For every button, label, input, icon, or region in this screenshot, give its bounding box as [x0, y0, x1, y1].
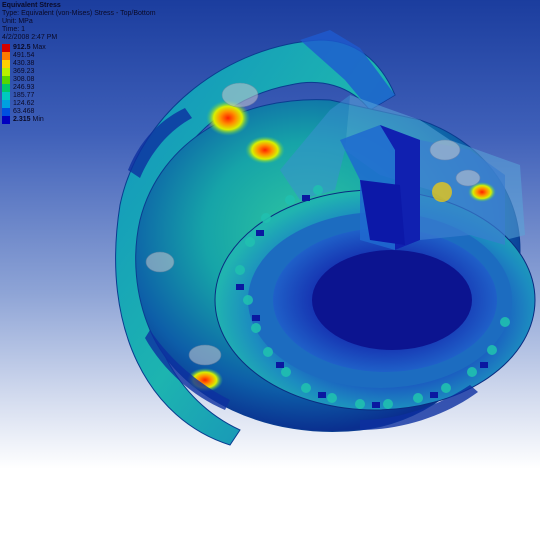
legend-row: 124.62: [2, 100, 46, 108]
legend-value: 63.468: [13, 108, 35, 115]
legend-row-min: 2.315 Min: [2, 116, 46, 124]
legend-row: 63.468: [2, 108, 46, 116]
legend-row: 185.77: [2, 92, 46, 100]
legend-value: 369.23: [13, 68, 35, 75]
legend-value: 308.08: [13, 76, 35, 83]
color-legend[interactable]: 912.5 Max 491.54 430.38 369.23 308.08 24…: [2, 44, 46, 124]
legend-row: 491.54: [2, 52, 46, 60]
legend-row: 308.08: [2, 76, 46, 84]
legend-tag: Max: [32, 44, 46, 51]
legend-swatch: [2, 60, 10, 68]
legend-value: 430.38: [13, 60, 35, 67]
legend-swatch: [2, 92, 10, 100]
legend-swatch: [2, 84, 10, 92]
legend-swatch: [2, 100, 10, 108]
result-time: Time: 1: [2, 26, 26, 33]
legend-value: 185.77: [13, 92, 35, 99]
legend-swatch: [2, 76, 10, 84]
legend-tag: Min: [32, 116, 44, 123]
legend-row: 369.23: [2, 68, 46, 76]
stress-model-view[interactable]: [0, 0, 540, 533]
legend-row: 430.38: [2, 60, 46, 68]
legend-row-max: 912.5 Max: [2, 44, 46, 52]
result-unit: Unit: MPa: [2, 18, 33, 25]
legend-value: 912.5: [13, 44, 31, 51]
legend-value: 2.315: [13, 116, 31, 123]
legend-value: 246.93: [13, 84, 35, 91]
legend-row: 246.93: [2, 84, 46, 92]
legend-swatch: [2, 116, 10, 124]
legend-swatch: [2, 52, 10, 60]
legend-value: 124.62: [13, 100, 35, 107]
graphics-viewport[interactable]: Equivalent Stress Type: Equivalent (von-…: [0, 0, 540, 533]
legend-value: 491.54: [13, 52, 35, 59]
result-info-panel: Equivalent Stress Type: Equivalent (von-…: [2, 2, 156, 42]
result-date: 4/2/2008 2:47 PM: [2, 34, 58, 41]
result-title: Equivalent Stress: [2, 2, 61, 9]
legend-swatch: [2, 108, 10, 116]
result-type: Type: Equivalent (von-Mises) Stress - To…: [2, 10, 156, 17]
legend-swatch: [2, 68, 10, 76]
legend-swatch: [2, 44, 10, 52]
